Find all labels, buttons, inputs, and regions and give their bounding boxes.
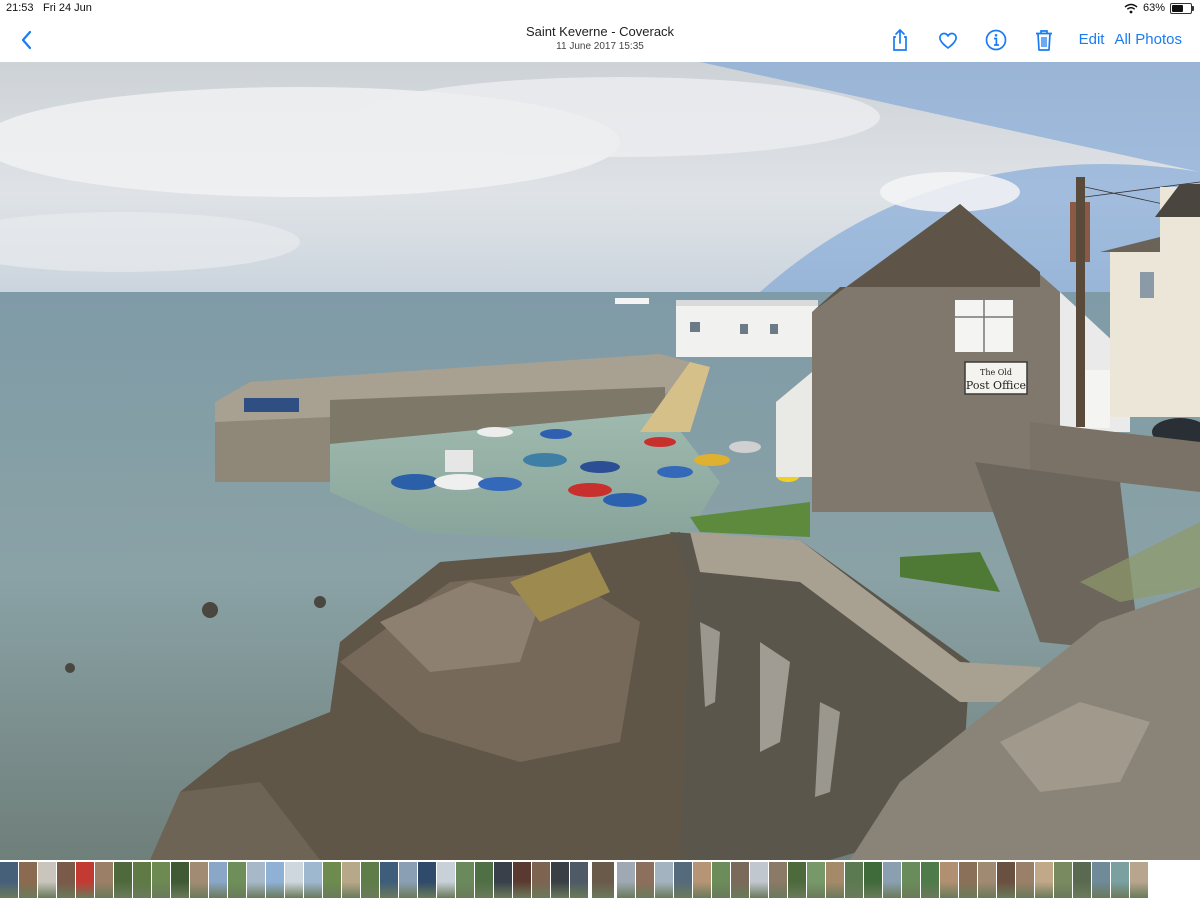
- status-date: Fri 24 Jun: [43, 2, 92, 14]
- edit-button[interactable]: Edit: [1079, 27, 1105, 53]
- nav-actions: Edit All Photos: [887, 27, 1182, 53]
- thumbnail[interactable]: [1111, 862, 1129, 898]
- photo-view[interactable]: The Old Post Office: [0, 62, 1200, 860]
- thumbnail[interactable]: [1073, 862, 1091, 898]
- thumbnail-strip[interactable]: [0, 860, 1200, 900]
- thumbnail[interactable]: [437, 862, 455, 898]
- thumbnail-current[interactable]: [590, 860, 616, 900]
- thumbnail[interactable]: [940, 862, 958, 898]
- status-time: 21:53: [6, 2, 34, 14]
- thumbnail[interactable]: [1054, 862, 1072, 898]
- thumbnail[interactable]: [152, 862, 170, 898]
- thumbnail[interactable]: [76, 862, 94, 898]
- thumbnail[interactable]: [712, 862, 730, 898]
- thumbnail[interactable]: [513, 862, 531, 898]
- thumbnail[interactable]: [864, 862, 882, 898]
- thumbnail[interactable]: [674, 862, 692, 898]
- battery-percent: 63%: [1142, 2, 1165, 14]
- thumbnail[interactable]: [693, 862, 711, 898]
- thumbnail[interactable]: [57, 862, 75, 898]
- thumbnail[interactable]: [826, 862, 844, 898]
- thumbnail[interactable]: [1035, 862, 1053, 898]
- thumbnail[interactable]: [228, 862, 246, 898]
- thumbnail[interactable]: [921, 862, 939, 898]
- thumbnail[interactable]: [997, 862, 1015, 898]
- wifi-icon: [1124, 3, 1138, 14]
- thumbnail[interactable]: [247, 862, 265, 898]
- thumbnail[interactable]: [1130, 862, 1148, 898]
- thumbnail[interactable]: [266, 862, 284, 898]
- thumbnail[interactable]: [617, 862, 635, 898]
- thumbnail[interactable]: [0, 862, 18, 898]
- thumbnail[interactable]: [342, 862, 360, 898]
- status-bar: 21:53 Fri 24 Jun 63%: [0, 0, 1200, 18]
- delete-button[interactable]: [1031, 27, 1057, 53]
- thumbnail[interactable]: [551, 862, 569, 898]
- thumbnail[interactable]: [532, 862, 550, 898]
- thumbnail[interactable]: [883, 862, 901, 898]
- thumbnail[interactable]: [19, 862, 37, 898]
- all-photos-button[interactable]: All Photos: [1114, 27, 1182, 53]
- thumbnail[interactable]: [95, 862, 113, 898]
- thumbnail[interactable]: [475, 862, 493, 898]
- thumbnail[interactable]: [133, 862, 151, 898]
- thumbnail[interactable]: [418, 862, 436, 898]
- status-indicators: 63%: [1124, 2, 1194, 14]
- thumbnail[interactable]: [845, 862, 863, 898]
- thumbnail[interactable]: [399, 862, 417, 898]
- thumbnail[interactable]: [807, 862, 825, 898]
- thumbnail[interactable]: [456, 862, 474, 898]
- thumbnail[interactable]: [750, 862, 768, 898]
- harbour-photo: The Old Post Office: [0, 62, 1200, 860]
- favorite-button[interactable]: [935, 27, 961, 53]
- thumbnail[interactable]: [570, 862, 588, 898]
- thumbnail[interactable]: [304, 862, 322, 898]
- thumbnail[interactable]: [636, 862, 654, 898]
- heart-icon: [938, 32, 957, 49]
- thumbnail[interactable]: [494, 862, 512, 898]
- thumbnail[interactable]: [171, 862, 189, 898]
- thumbnail[interactable]: [1016, 862, 1034, 898]
- thumbnail[interactable]: [190, 862, 208, 898]
- thumbnail[interactable]: [114, 862, 132, 898]
- thumbnail[interactable]: [769, 862, 787, 898]
- info-button[interactable]: [983, 27, 1009, 53]
- thumbnail[interactable]: [788, 862, 806, 898]
- thumbnail[interactable]: [38, 862, 56, 898]
- thumbnail[interactable]: [978, 862, 996, 898]
- share-button[interactable]: [887, 27, 913, 53]
- battery-icon: [1170, 2, 1194, 14]
- thumbnail[interactable]: [323, 862, 341, 898]
- nav-bar: Saint Keverne - Coverack 11 June 2017 15…: [0, 18, 1200, 63]
- thumbnail[interactable]: [655, 862, 673, 898]
- sign-line-2: Post Office: [966, 379, 1026, 392]
- thumbnail[interactable]: [380, 862, 398, 898]
- battery-fill: [1172, 4, 1183, 12]
- trash-icon: [1035, 30, 1052, 51]
- sign-line-1: The Old: [980, 368, 1012, 377]
- thumbnail[interactable]: [285, 862, 303, 898]
- thumbnail[interactable]: [361, 862, 379, 898]
- thumbnail[interactable]: [209, 862, 227, 898]
- thumbnail[interactable]: [959, 862, 977, 898]
- thumbnail[interactable]: [1092, 862, 1110, 898]
- info-icon: [985, 29, 1006, 51]
- share-icon: [892, 28, 907, 51]
- thumbnail[interactable]: [902, 862, 920, 898]
- thumbnail[interactable]: [731, 862, 749, 898]
